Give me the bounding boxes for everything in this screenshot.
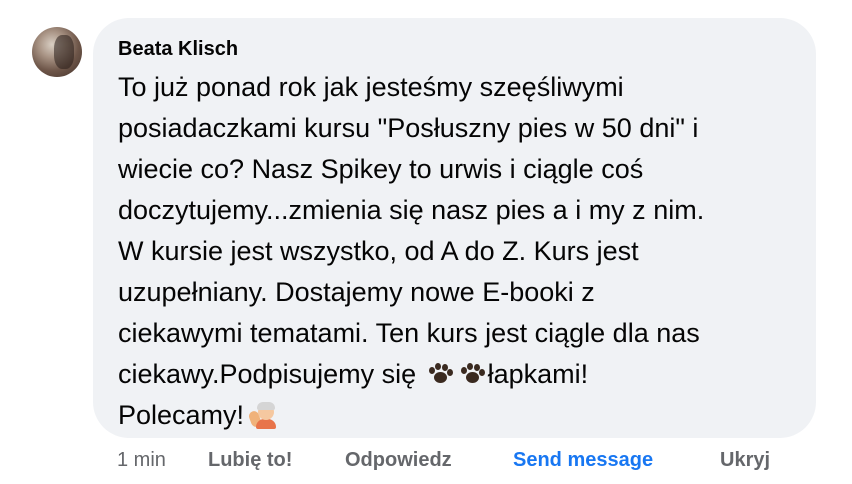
hide-button[interactable]: Ukryj	[720, 448, 770, 472]
comment-line-text: Polecamy!	[118, 400, 245, 430]
paw-prints-icon	[457, 361, 487, 387]
comment-line: posiadaczkami kursu "Posłuszny pies w 50…	[118, 113, 699, 143]
waving-person-icon	[247, 401, 277, 429]
comment-text: To już ponad rok jak jesteśmy szeęśliwym…	[118, 67, 808, 436]
comment-line-text: ciekawy.Podpisujemy się	[118, 359, 424, 389]
comment-line-text: łapkami!	[487, 359, 589, 389]
comment-line: W kursie jest wszystko, od A do Z. Kurs …	[118, 236, 639, 266]
comment-line: ciekawymi tematami. Ten kurs jest ciągle…	[118, 318, 700, 348]
comment-line: Polecamy!	[118, 395, 808, 436]
like-button[interactable]: Lubię to!	[208, 448, 292, 472]
author-avatar[interactable]	[32, 27, 82, 77]
author-name[interactable]: Beata Klisch	[118, 37, 238, 61]
comment-line: doczytujemy...zmienia się nasz pies a i …	[118, 195, 705, 225]
comment-line: uzupełniany. Dostajemy nowe E-booki z	[118, 277, 595, 307]
comment-line: To już ponad rok jak jesteśmy szeęśliwym…	[118, 72, 624, 102]
send-message-button[interactable]: Send message	[513, 448, 653, 472]
comment-timestamp[interactable]: 1 min	[117, 448, 166, 472]
paw-prints-icon	[425, 361, 455, 387]
comment-bubble: Beata Klisch To już ponad rok jak jesteś…	[93, 18, 816, 438]
comment-line: ciekawy.Podpisujemy się łapkami!	[118, 354, 808, 395]
reply-button[interactable]: Odpowiedz	[345, 448, 452, 472]
comment-line: wiecie co? Nasz Spikey to urwis i ciągle…	[118, 154, 644, 184]
